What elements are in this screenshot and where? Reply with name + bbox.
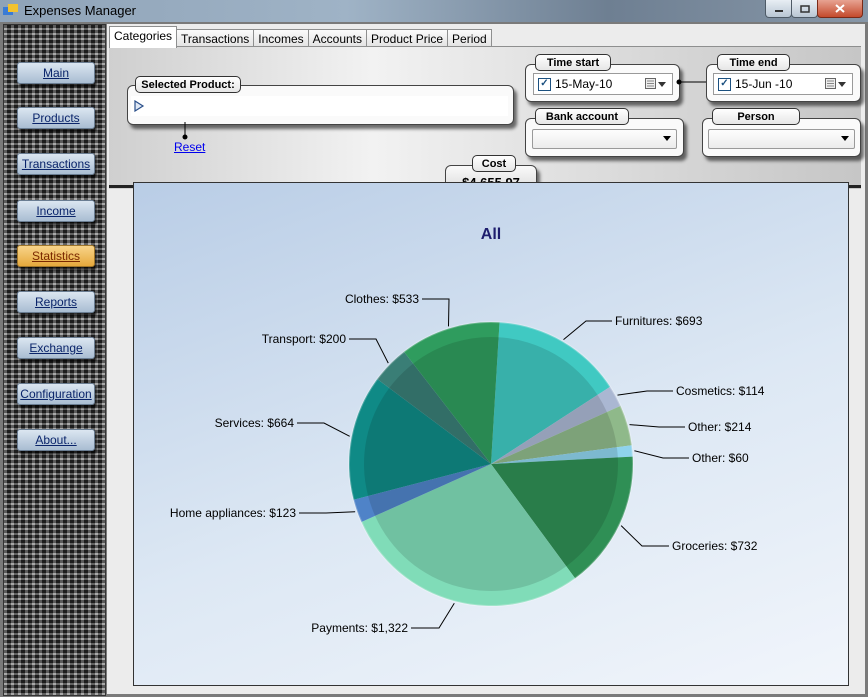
maximize-icon [799, 4, 810, 13]
nav-main-label: Main [42, 66, 69, 80]
nav-statistics-label: Statistics [31, 249, 80, 263]
maximize-button[interactable] [791, 0, 818, 18]
nav-income-label: Income [36, 204, 76, 218]
nav-income-button[interactable]: Income [17, 200, 95, 222]
nav-configuration-label: Configuration [20, 387, 92, 401]
selected-product-field[interactable] [131, 96, 508, 116]
pie-slice-label: Payments: $1,322 [311, 621, 408, 635]
reset-connector-icon [182, 122, 188, 140]
pie-slice-label: Clothes: $533 [345, 292, 419, 306]
time-end-picker[interactable]: ✓ 15-Jun -10 [713, 73, 853, 95]
time-end-value: 15-Jun -10 [735, 77, 793, 91]
close-button[interactable] [817, 0, 863, 18]
time-start-checkbox[interactable]: ✓ [538, 77, 551, 91]
filter-panel: Selected Product: Reset Time start ✓ 15-… [109, 46, 861, 199]
bank-account-chevron-down-icon [663, 136, 671, 141]
pie-leader-line [422, 298, 450, 327]
pie-slice-label: Other: $214 [688, 420, 752, 434]
nav-statistics-button[interactable]: Statistics [17, 245, 95, 267]
time-start-value: 15-May-10 [555, 77, 613, 91]
nav-exchange-button[interactable]: Exchange [17, 337, 95, 359]
reset-link[interactable]: Reset [174, 140, 205, 154]
window-title: Expenses Manager [24, 3, 137, 18]
chart-area: All Furnitures: $693 Cosmetics: $114 Other… [133, 182, 849, 686]
cost-label: Cost [472, 155, 516, 172]
pie-slice-label: Other: $60 [692, 451, 749, 465]
tab-categories[interactable]: Categories [109, 26, 178, 48]
pie-leader-line [563, 320, 612, 340]
bank-account-label: Bank account [535, 108, 629, 125]
nav-configuration-button[interactable]: Configuration [17, 383, 95, 405]
close-icon [835, 4, 845, 13]
bank-account-dropdown[interactable] [532, 129, 677, 149]
pie-leader-line [634, 450, 689, 459]
nav-about-label: About... [35, 433, 77, 447]
time-start-label: Time start [535, 54, 611, 71]
pie-slice-label: Services: $664 [215, 416, 295, 430]
time-start-picker[interactable]: ✓ 15-May-10 [533, 73, 673, 95]
nav-about-button[interactable]: About... [17, 429, 95, 451]
pie-slice-label: Cosmetics: $114 [676, 384, 765, 398]
minimize-button[interactable] [765, 0, 792, 18]
selected-product-label: Selected Product: [135, 76, 241, 93]
pie-leader-line [297, 422, 350, 437]
app-icon [3, 4, 18, 15]
pie-slice-label: Groceries: $732 [672, 539, 758, 553]
pie-slice-label: Furnitures: $693 [615, 314, 703, 328]
nav-products-label: Products [32, 111, 80, 125]
main-panel: Categories Transactions Incomes Accounts… [107, 24, 865, 694]
pie-slice-label: Transport: $200 [262, 332, 347, 346]
time-end-checkbox[interactable]: ✓ [718, 77, 731, 91]
pie-leader-line [629, 424, 685, 428]
title-bar: Expenses Manager [0, 0, 868, 22]
pie-leader-line [617, 390, 673, 396]
tab-strip: Categories Transactions Incomes Accounts… [109, 26, 492, 48]
nav-products-button[interactable]: Products [17, 107, 95, 129]
person-label: Person [712, 108, 800, 125]
time-end-label: Time end [717, 54, 790, 71]
minimize-icon [774, 9, 783, 12]
nav-reports-button[interactable]: Reports [17, 291, 95, 313]
nav-transactions-button[interactable]: Transactions [17, 153, 95, 175]
calendar-end-icon[interactable] [825, 78, 849, 90]
nav-reports-label: Reports [34, 295, 78, 309]
pie-chart: Furnitures: $693 Cosmetics: $114 Other: $2… [170, 292, 765, 635]
tree-expand-icon [134, 100, 145, 112]
sidebar: Main Products Transactions Income Statis… [3, 24, 106, 696]
pie-leader-line [349, 338, 389, 364]
pie-slice-label: Home appliances: $123 [170, 506, 296, 520]
calendar-icon[interactable] [645, 78, 669, 90]
nav-transactions-label: Transactions [21, 157, 91, 171]
pie-leader-line [620, 525, 669, 547]
nav-main-button[interactable]: Main [17, 62, 95, 84]
pie-leader-line [299, 511, 356, 514]
pie-leader-line [411, 602, 455, 629]
person-chevron-down-icon [841, 136, 849, 141]
nav-exchange-label: Exchange [29, 341, 83, 355]
person-dropdown[interactable] [708, 129, 855, 149]
